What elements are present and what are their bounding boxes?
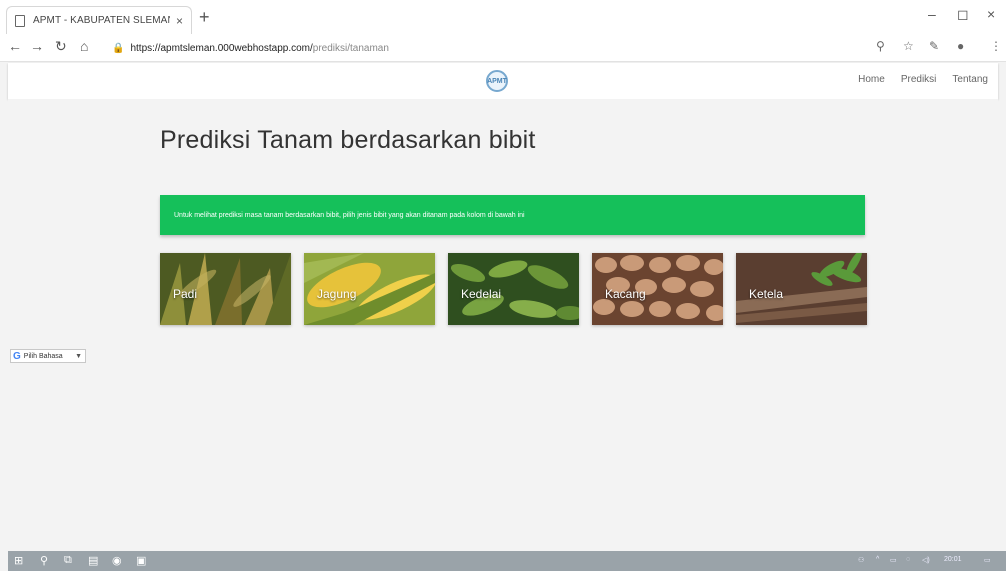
file-explorer-icon[interactable]: ▤ [88, 554, 98, 567]
address-bar[interactable]: 🔒 https://apmtsleman.000webhostapp.com/p… [112, 37, 892, 59]
extension-icon[interactable]: ✎ [929, 39, 939, 53]
maximize-icon[interactable]: ◻ [957, 6, 969, 23]
volume-icon[interactable]: ◁) [922, 556, 930, 564]
site-header: APMT Home Prediksi Tentang [8, 63, 998, 99]
page-title: Prediksi Tanam berdasarkan bibit [160, 126, 536, 154]
menu-kebab-icon[interactable]: ⋮ [990, 39, 1002, 53]
info-alert: Untuk melihat prediksi masa tanam berdas… [160, 195, 865, 235]
card-ketela[interactable]: Ketela [736, 253, 867, 325]
card-label: Ketela [749, 287, 784, 301]
profile-avatar[interactable]: ● [957, 39, 964, 53]
url-text: https://apmtsleman.000webhostapp.com/pre… [130, 43, 388, 54]
clock-time[interactable]: 20:01 [944, 556, 962, 563]
nav-home-link[interactable]: Home [858, 74, 885, 85]
network-icon[interactable]: ◌ [906, 556, 910, 563]
site-logo[interactable]: APMT [486, 70, 508, 92]
card-label: Padi [173, 287, 198, 301]
tray-chevron-icon[interactable]: ^ [876, 556, 879, 563]
page-icon [15, 14, 25, 27]
card-label: Kacang [605, 287, 646, 301]
battery-icon[interactable]: ▭ [890, 556, 897, 564]
url-path: prediksi/tanaman [312, 42, 389, 54]
logo-text: APMT [487, 77, 507, 85]
url-host: https://apmtsleman.000webhostapp.com/ [130, 42, 313, 54]
home-icon[interactable]: ⌂ [80, 38, 88, 54]
os-taskbar: ⊞ ⚲ ⧉ ▤ ◉ ▣ ⚇ ^ ▭ ◌ ◁) 20:01 ▭ [8, 551, 1006, 571]
outlook-icon[interactable]: ▣ [136, 554, 146, 567]
nav-prediksi-link[interactable]: Prediksi [901, 74, 937, 85]
chevron-down-icon: ▼ [75, 352, 82, 360]
language-select-label: Pilih Bahasa [23, 352, 63, 360]
chrome-icon[interactable]: ◉ [112, 554, 122, 567]
card-label: Jagung [317, 287, 357, 301]
close-tab-icon[interactable]: × [176, 14, 183, 28]
card-kacang[interactable]: Kacang [592, 253, 723, 325]
forward-icon[interactable]: → [30, 38, 44, 54]
task-view-icon[interactable]: ⧉ [64, 554, 72, 567]
nav-tentang-link[interactable]: Tentang [952, 74, 988, 85]
tab-title: APMT - KABUPATEN SLEMAN [33, 15, 170, 26]
windows-start-icon[interactable]: ⊞ [14, 554, 23, 567]
reload-icon[interactable]: ↻ [55, 38, 67, 55]
site-nav: Home Prediksi Tentang [858, 74, 988, 85]
lock-icon: 🔒 [112, 42, 125, 54]
card-label: Kedelai [461, 287, 502, 301]
search-icon[interactable]: ⚲ [40, 554, 48, 567]
alert-text: Untuk melihat prediksi masa tanam berdas… [174, 211, 525, 219]
main-content: Prediksi Tanam berdasarkan bibit Untuk m… [8, 99, 998, 551]
browser-tabstrip: APMT - KABUPATEN SLEMAN × + – ◻ × [0, 0, 1006, 34]
notifications-icon[interactable]: ▭ [984, 556, 991, 564]
card-padi[interactable]: Padi [160, 253, 291, 325]
card-kedelai[interactable]: Kedelai [448, 253, 579, 325]
new-tab-button[interactable]: + [199, 7, 210, 27]
seed-card-list: Padi Jagung Kedelai Kacang Ketela [160, 253, 867, 325]
minimize-icon[interactable]: – [928, 6, 936, 22]
browser-tab[interactable]: APMT - KABUPATEN SLEMAN × [6, 6, 192, 34]
bookmark-star-icon[interactable]: ☆ [903, 39, 914, 53]
people-icon[interactable]: ⚇ [858, 556, 864, 564]
zoom-icon[interactable]: ⚲ [876, 39, 885, 53]
language-select[interactable]: G Pilih Bahasa ▼ [10, 349, 86, 363]
back-icon[interactable]: ← [8, 38, 22, 54]
card-jagung[interactable]: Jagung [304, 253, 435, 325]
google-g-icon: G [13, 350, 21, 362]
close-window-icon[interactable]: × [987, 6, 995, 22]
browser-toolbar: ← → ↻ ⌂ 🔒 https://apmtsleman.000webhosta… [0, 34, 1006, 62]
